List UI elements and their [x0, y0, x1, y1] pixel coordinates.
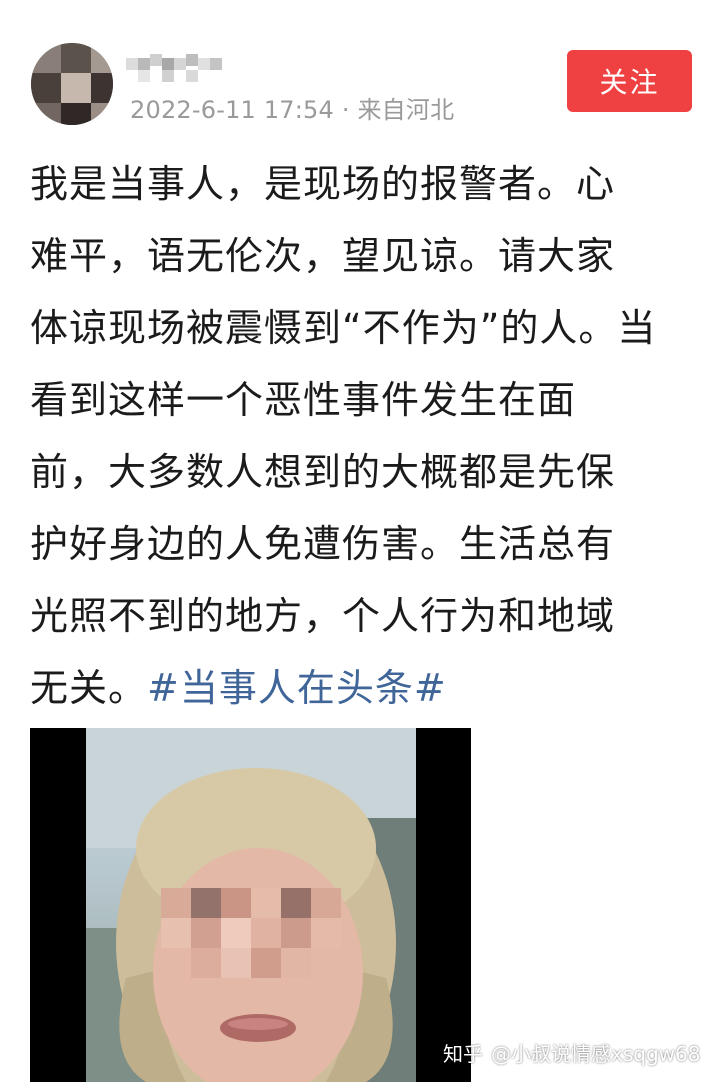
post-line: 光照不到的地方，个人行为和地域 [30, 594, 616, 638]
avatar[interactable] [31, 43, 113, 125]
follow-button[interactable]: 关注 [567, 50, 692, 112]
post-line: 护好身边的人免遭伤害。生活总有 [30, 522, 616, 566]
hashtag-link[interactable]: #当事人在头条# [147, 666, 447, 710]
zhihu-logo: 知乎 [443, 1042, 483, 1066]
post-timestamp-location: 2022-6-11 17:54 · 来自河北 [130, 96, 455, 124]
watermark: 知乎 @小叔说情感xsqgw68 [443, 1038, 700, 1067]
post-line: 我是当事人，是现场的报警者。心 [30, 162, 616, 206]
video-thumbnail[interactable] [30, 728, 471, 1082]
watermark-handle: @小叔说情感xsqgw68 [491, 1042, 701, 1066]
post-line: 体谅现场被震慑到“不作为”的人。当 [30, 306, 657, 350]
post-line: 前，大多数人想到的大概都是先保 [30, 450, 616, 494]
post-last-line: 无关。#当事人在头条# [30, 652, 694, 724]
video-frame [86, 728, 416, 1082]
post-line: 难平，语无伦次，望见谅。请大家 [30, 234, 616, 278]
post-line-text: 无关。 [30, 666, 148, 710]
username-pixelated[interactable] [126, 50, 226, 82]
post-body: 我是当事人，是现场的报警者。心 难平，语无伦次，望见谅。请大家 体谅现场被震慑到… [30, 148, 694, 724]
post-line: 看到这样一个恶性事件发生在面 [30, 378, 577, 422]
post-header: 2022-6-11 17:54 · 来自河北 关注 [0, 0, 720, 130]
blurred-face-image [86, 728, 416, 1082]
